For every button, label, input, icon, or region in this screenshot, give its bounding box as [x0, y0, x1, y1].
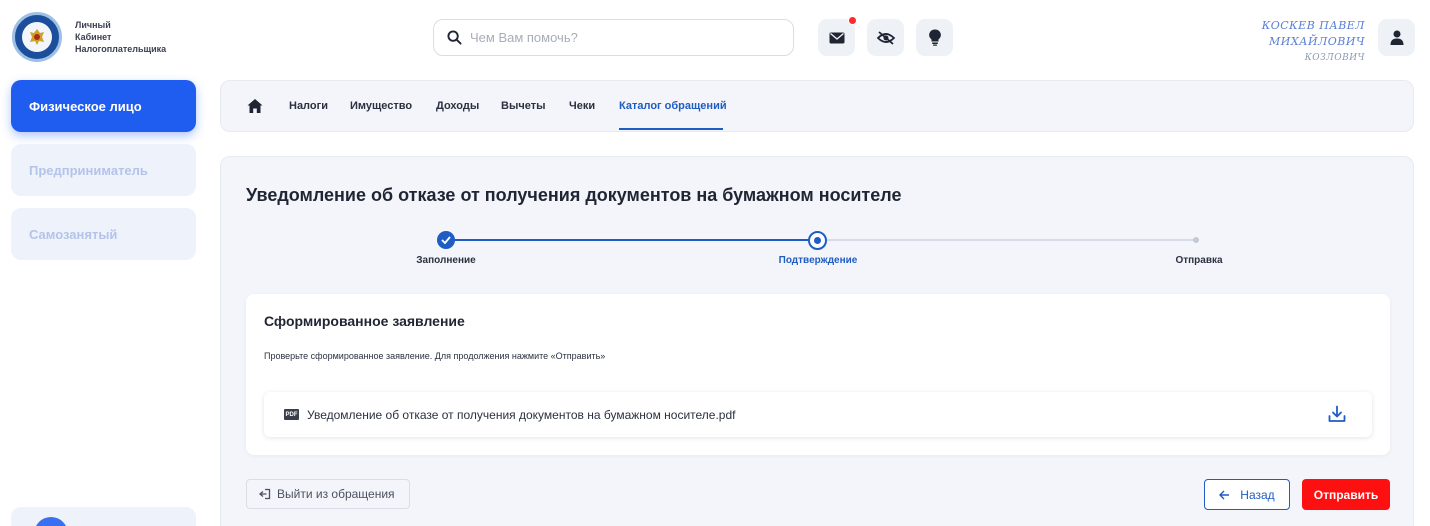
send-button[interactable]: Отправить [1302, 479, 1390, 510]
step-label-sending: Отправка [1175, 255, 1223, 266]
generated-application-card: Сформированное заявление Проверьте сформ… [246, 294, 1390, 455]
pdf-file-icon: PDF [284, 409, 299, 420]
top-navigation: Налоги Имущество Доходы Вычеты Чеки Ката… [220, 80, 1414, 132]
main-panel: Уведомление об отказе от получения докум… [220, 156, 1414, 526]
card-title: Сформированное заявление [264, 313, 465, 329]
step-label-filling: Заполнение [416, 255, 476, 266]
tab-property[interactable]: Имущество [350, 81, 412, 131]
page-title: Уведомление об отказе от получения докум… [246, 185, 902, 205]
eye-off-icon [876, 30, 895, 45]
user-icon [1390, 30, 1403, 45]
logo-line: Налогоплательщика [75, 44, 167, 54]
card-subtitle: Проверьте сформированное заявление. Для … [264, 351, 606, 361]
exit-icon [259, 488, 271, 500]
step-current-icon [808, 231, 827, 250]
step-label-confirmation: Подтверждение [778, 255, 858, 266]
home-icon[interactable] [247, 98, 263, 114]
file-name[interactable]: Уведомление об отказе от получения докум… [307, 408, 736, 422]
tab-requests-catalog[interactable]: Каталог обращений [619, 81, 727, 131]
step-done-check-icon [437, 231, 455, 249]
logo-line: Кабинет [75, 32, 112, 42]
logo-text: Личный Кабинет Налогоплательщика [75, 19, 166, 55]
file-row[interactable]: PDF Уведомление об отказе от получения д… [264, 392, 1372, 437]
user-name-line: МИХАЙЛОВИЧ [1269, 35, 1365, 48]
search-box[interactable] [433, 19, 794, 56]
tab-receipts[interactable]: Чеки [569, 81, 595, 131]
back-button[interactable]: Назад [1204, 479, 1290, 510]
stepper-progress-line [446, 239, 818, 241]
tips-button[interactable] [916, 19, 953, 56]
tab-deductions[interactable]: Вычеты [501, 81, 545, 131]
download-icon[interactable] [1328, 405, 1346, 423]
stepper-remaining-line [818, 239, 1196, 241]
back-label: Назад [1240, 487, 1275, 502]
sidebar-item-self-employed[interactable]: Самозанятый [11, 208, 196, 260]
sidebar-item-entrepreneur[interactable]: Предприниматель [11, 144, 196, 196]
logo[interactable]: Личный Кабинет Налогоплательщика [12, 12, 166, 62]
sidebar-item-label: Физическое лицо [29, 98, 142, 114]
notification-dot [848, 16, 857, 25]
fns-emblem-icon [12, 12, 62, 62]
search-input[interactable] [470, 30, 770, 45]
exit-request-button[interactable]: Выйти из обращения [246, 479, 410, 509]
messages-button[interactable] [818, 16, 857, 56]
tab-income[interactable]: Доходы [436, 81, 479, 131]
envelope-icon [829, 32, 844, 43]
search-icon [447, 30, 462, 45]
send-label: Отправить [1313, 487, 1379, 502]
step-pending-icon [1193, 237, 1199, 243]
profile-button[interactable] [1378, 19, 1415, 56]
user-name-line: КОСКЕВ ПАВЕЛ [1261, 19, 1365, 32]
tab-taxes[interactable]: Налоги [289, 81, 328, 131]
sidebar-item-individual[interactable]: Физическое лицо [11, 80, 196, 132]
arrow-left-icon [1219, 490, 1230, 499]
user-name-line: КОЗЛОВИЧ [1304, 53, 1365, 63]
sidebar-item-label: Предприниматель [29, 162, 148, 178]
user-name[interactable]: КОСКЕВ ПАВЕЛ МИХАЙЛОВИЧ КОЗЛОВИЧ [1240, 18, 1365, 70]
lightbulb-icon [928, 29, 941, 46]
logo-line: Личный [75, 20, 111, 30]
exit-request-label: Выйти из обращения [277, 487, 395, 501]
sidebar-item-label: Самозанятый [29, 226, 118, 242]
active-tab-indicator [619, 128, 723, 130]
hide-balances-button[interactable] [867, 19, 904, 56]
